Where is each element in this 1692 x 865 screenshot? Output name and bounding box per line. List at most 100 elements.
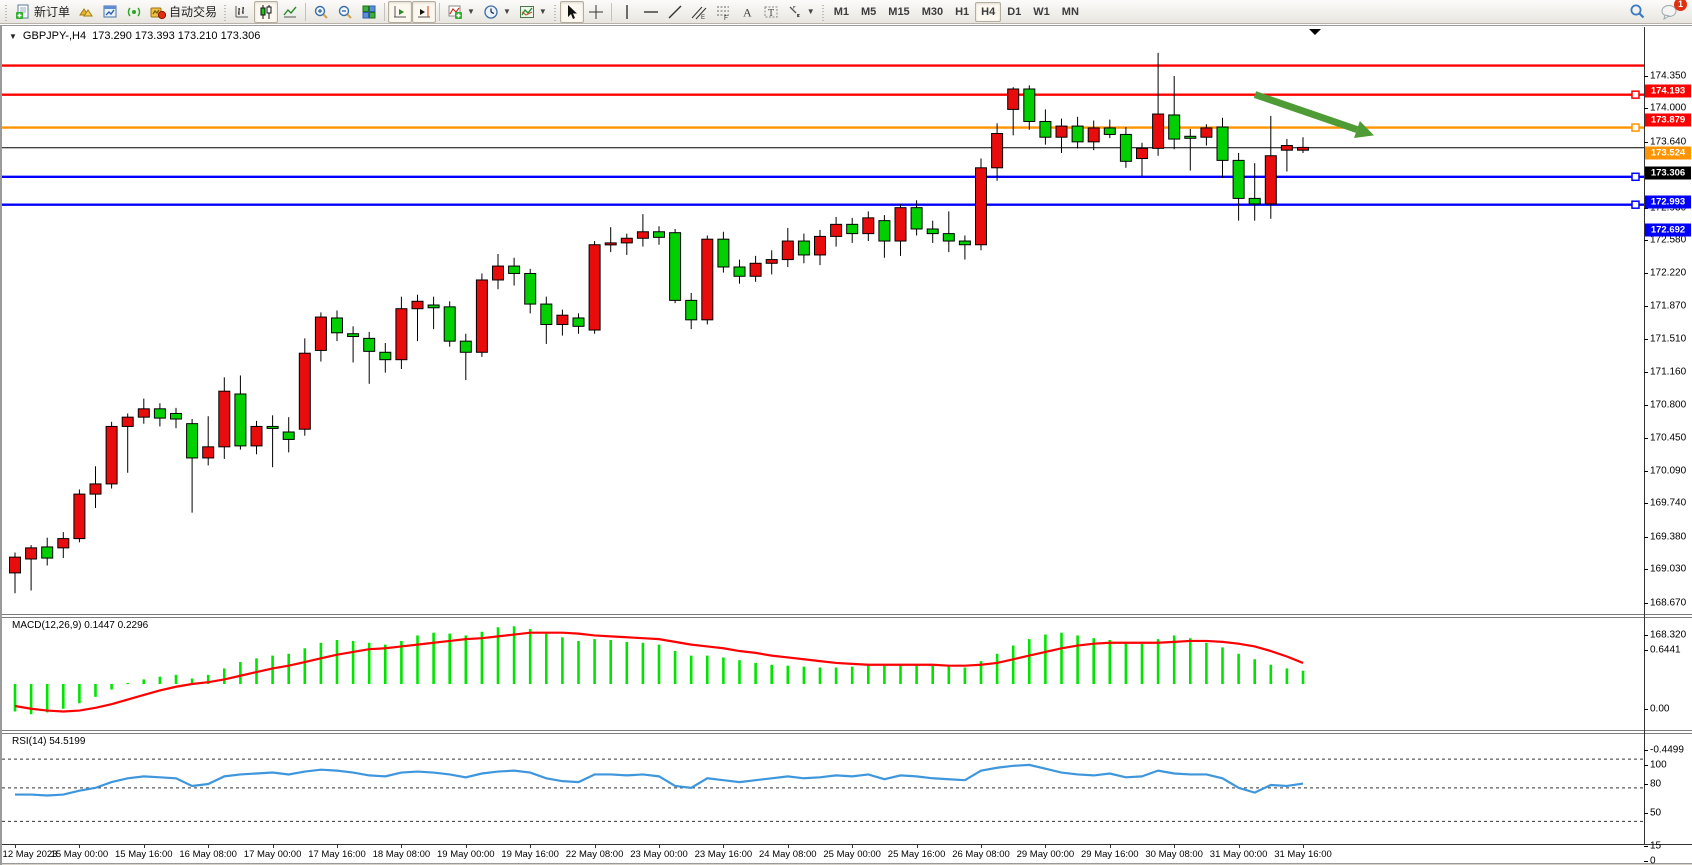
candle-down <box>460 341 471 352</box>
time-axis-label: 15 May 00:00 <box>51 849 109 860</box>
time-axis-label: 17 May 16:00 <box>308 849 366 860</box>
rsi-plot[interactable] <box>2 734 1644 844</box>
tile-windows-icon <box>361 4 377 20</box>
market-watch-button[interactable] <box>74 1 98 23</box>
dropdown-caret: ▼ <box>807 7 815 16</box>
candle-down <box>943 234 954 241</box>
tab-m30[interactable]: M30 <box>916 2 949 22</box>
text-label-button[interactable]: T <box>759 1 783 23</box>
tab-h4[interactable]: H4 <box>975 2 1001 22</box>
text-button[interactable]: A <box>735 1 759 23</box>
price-tick-label: 170.450 <box>1650 432 1686 443</box>
time-tick <box>466 845 467 848</box>
vertical-line-button[interactable] <box>615 1 639 23</box>
notifications-button[interactable]: 1 <box>1656 1 1682 23</box>
time-tick <box>1303 845 1304 848</box>
candle-down <box>1249 198 1260 204</box>
shapes-button[interactable]: ▼ <box>783 1 819 23</box>
templates-icon <box>519 4 535 20</box>
auto-scroll-button[interactable] <box>388 1 412 23</box>
fibonacci-button[interactable]: F <box>711 1 735 23</box>
rsi-axis-label: 100 <box>1650 760 1667 771</box>
channel-button[interactable]: E <box>687 1 711 23</box>
tab-m1[interactable]: M1 <box>828 2 855 22</box>
autotrading-label: 自动交易 <box>169 3 217 20</box>
candle-up <box>557 315 568 324</box>
candle-up <box>315 317 326 350</box>
candle-down <box>1233 160 1244 198</box>
autotrading-button[interactable]: 自动交易 <box>146 1 221 23</box>
indicators-button[interactable]: ▼ <box>443 1 479 23</box>
time-tick <box>788 845 789 848</box>
candle-up <box>1281 146 1292 151</box>
candle-down <box>187 424 198 458</box>
horizontal-line-button[interactable] <box>639 1 663 23</box>
tab-d1[interactable]: D1 <box>1001 2 1027 22</box>
candle-up <box>1298 147 1309 150</box>
market-watch-icon <box>78 4 94 20</box>
candle-down <box>1024 89 1035 121</box>
price-tick-label: 174.350 <box>1650 71 1686 82</box>
candle-up <box>10 557 21 573</box>
trendline-button[interactable] <box>663 1 687 23</box>
price-tick <box>1644 273 1648 274</box>
cursor-button[interactable] <box>560 1 584 23</box>
time-tick <box>723 845 724 848</box>
line-chart-icon <box>282 4 298 20</box>
candle-down <box>1104 128 1115 134</box>
line-chart-mode-button[interactable] <box>278 1 302 23</box>
zoom-out-button[interactable] <box>333 1 357 23</box>
candle-up <box>863 218 874 234</box>
bar-chart-mode-button[interactable] <box>230 1 254 23</box>
zoom-in-button[interactable] <box>309 1 333 23</box>
time-tick <box>852 845 853 848</box>
toolbar-grip <box>4 3 9 21</box>
candle-down <box>364 338 375 351</box>
candle-up <box>1008 89 1019 109</box>
tile-windows-button[interactable] <box>357 1 381 23</box>
data-window-button[interactable] <box>98 1 122 23</box>
svg-text:A: A <box>743 5 752 19</box>
tab-h1[interactable]: H1 <box>949 2 975 22</box>
candle-up <box>219 391 230 447</box>
current-price-badge: 173.306 <box>1645 166 1691 179</box>
rsi-axis-label: 80 <box>1650 779 1661 790</box>
candle-up <box>1265 156 1276 204</box>
time-tick <box>981 845 982 848</box>
time-axis[interactable]: 12 May 202315 May 00:0015 May 16:0016 Ma… <box>2 845 1692 863</box>
tab-w1[interactable]: W1 <box>1027 2 1056 22</box>
main-chart-plot[interactable] <box>2 26 1644 614</box>
time-axis-label: 25 May 16:00 <box>888 849 946 860</box>
templates-button[interactable]: ▼ <box>515 1 551 23</box>
search-button[interactable] <box>1625 1 1650 23</box>
candle-up <box>90 484 101 494</box>
tab-m5[interactable]: M5 <box>855 2 882 22</box>
time-axis-label: 22 May 08:00 <box>566 849 624 860</box>
candle-down <box>734 267 745 276</box>
candlestick-mode-button[interactable] <box>254 1 278 23</box>
new-order-button[interactable]: 新订单 <box>11 1 74 23</box>
macd-axis-label: 0.00 <box>1650 704 1669 715</box>
time-tick <box>530 845 531 848</box>
candle-up <box>1137 148 1148 158</box>
candle-up <box>106 426 117 483</box>
navigator-button[interactable] <box>122 1 146 23</box>
tab-m15[interactable]: M15 <box>882 2 915 22</box>
price-tick-label: 169.740 <box>1650 498 1686 509</box>
chart-window: ▼ GBPJPY-,H4 173.290 173.393 173.210 173… <box>0 25 1692 865</box>
periods-button[interactable]: ▼ <box>479 1 515 23</box>
toolbar-grip <box>223 3 228 21</box>
label-icon: T <box>763 4 779 20</box>
crosshair-button[interactable] <box>584 1 608 23</box>
candle-up <box>976 168 987 245</box>
macd-plot[interactable] <box>2 618 1644 730</box>
chart-shift-button[interactable] <box>412 1 436 23</box>
price-tick <box>1644 569 1648 570</box>
candle-down <box>686 300 697 319</box>
candle-up <box>992 134 1003 168</box>
price-tick <box>1644 240 1648 241</box>
time-axis-label: 19 May 00:00 <box>437 849 495 860</box>
candle-up <box>815 236 826 255</box>
tab-mn[interactable]: MN <box>1056 2 1085 22</box>
auto-scroll-icon <box>392 4 408 20</box>
